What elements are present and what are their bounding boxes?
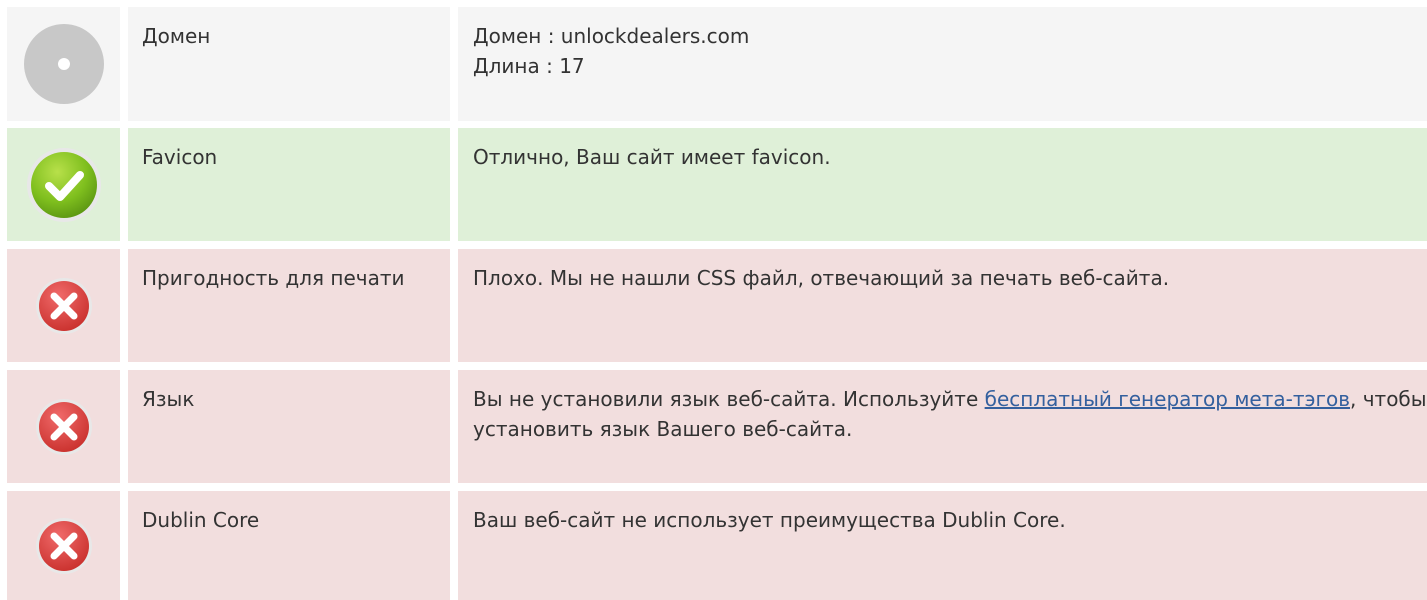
status-cell	[7, 249, 120, 362]
row-label: Язык	[128, 370, 450, 483]
error-x-icon	[35, 517, 93, 575]
row-label: Домен	[128, 7, 450, 121]
row-description: Отлично, Ваш сайт имеет favicon.	[458, 128, 1427, 241]
check-circle-icon	[25, 146, 103, 224]
row-dublin-core: Dublin Core Ваш веб-сайт не использует п…	[7, 491, 1427, 600]
language-text-before: Вы не установили язык веб-сайта. Использ…	[473, 387, 985, 411]
status-cell	[7, 370, 120, 483]
length-line: Длина : 17	[473, 54, 585, 78]
status-cell	[7, 491, 120, 600]
row-description: Ваш веб-сайт не использует преимущества …	[458, 491, 1427, 600]
row-domain: Домен Домен : unlockdealers.com Длина : …	[7, 7, 1427, 121]
row-language: Язык Вы не установили язык веб-сайта. Ис…	[7, 370, 1427, 483]
row-print: Пригодность для печати Плохо. Мы не нашл…	[7, 249, 1427, 362]
row-label: Пригодность для печати	[128, 249, 450, 362]
status-cell	[7, 128, 120, 241]
domain-line: Домен : unlockdealers.com	[473, 24, 750, 48]
row-description: Домен : unlockdealers.com Длина : 17	[458, 7, 1427, 121]
row-label: Dublin Core	[128, 491, 450, 600]
neutral-circle-icon	[22, 22, 106, 106]
row-label: Favicon	[128, 128, 450, 241]
status-cell	[7, 7, 120, 121]
row-description: Плохо. Мы не нашли CSS файл, отвечающий …	[458, 249, 1427, 362]
error-x-icon	[35, 398, 93, 456]
meta-tag-generator-link[interactable]: бесплатный генератор мета-тэгов	[985, 387, 1350, 411]
row-description: Вы не установили язык веб-сайта. Использ…	[458, 370, 1427, 483]
row-favicon: Favicon Отлично, Ваш сайт имеет favicon.	[7, 128, 1427, 241]
error-x-icon	[35, 277, 93, 335]
seo-report: Домен Домен : unlockdealers.com Длина : …	[0, 0, 1427, 600]
